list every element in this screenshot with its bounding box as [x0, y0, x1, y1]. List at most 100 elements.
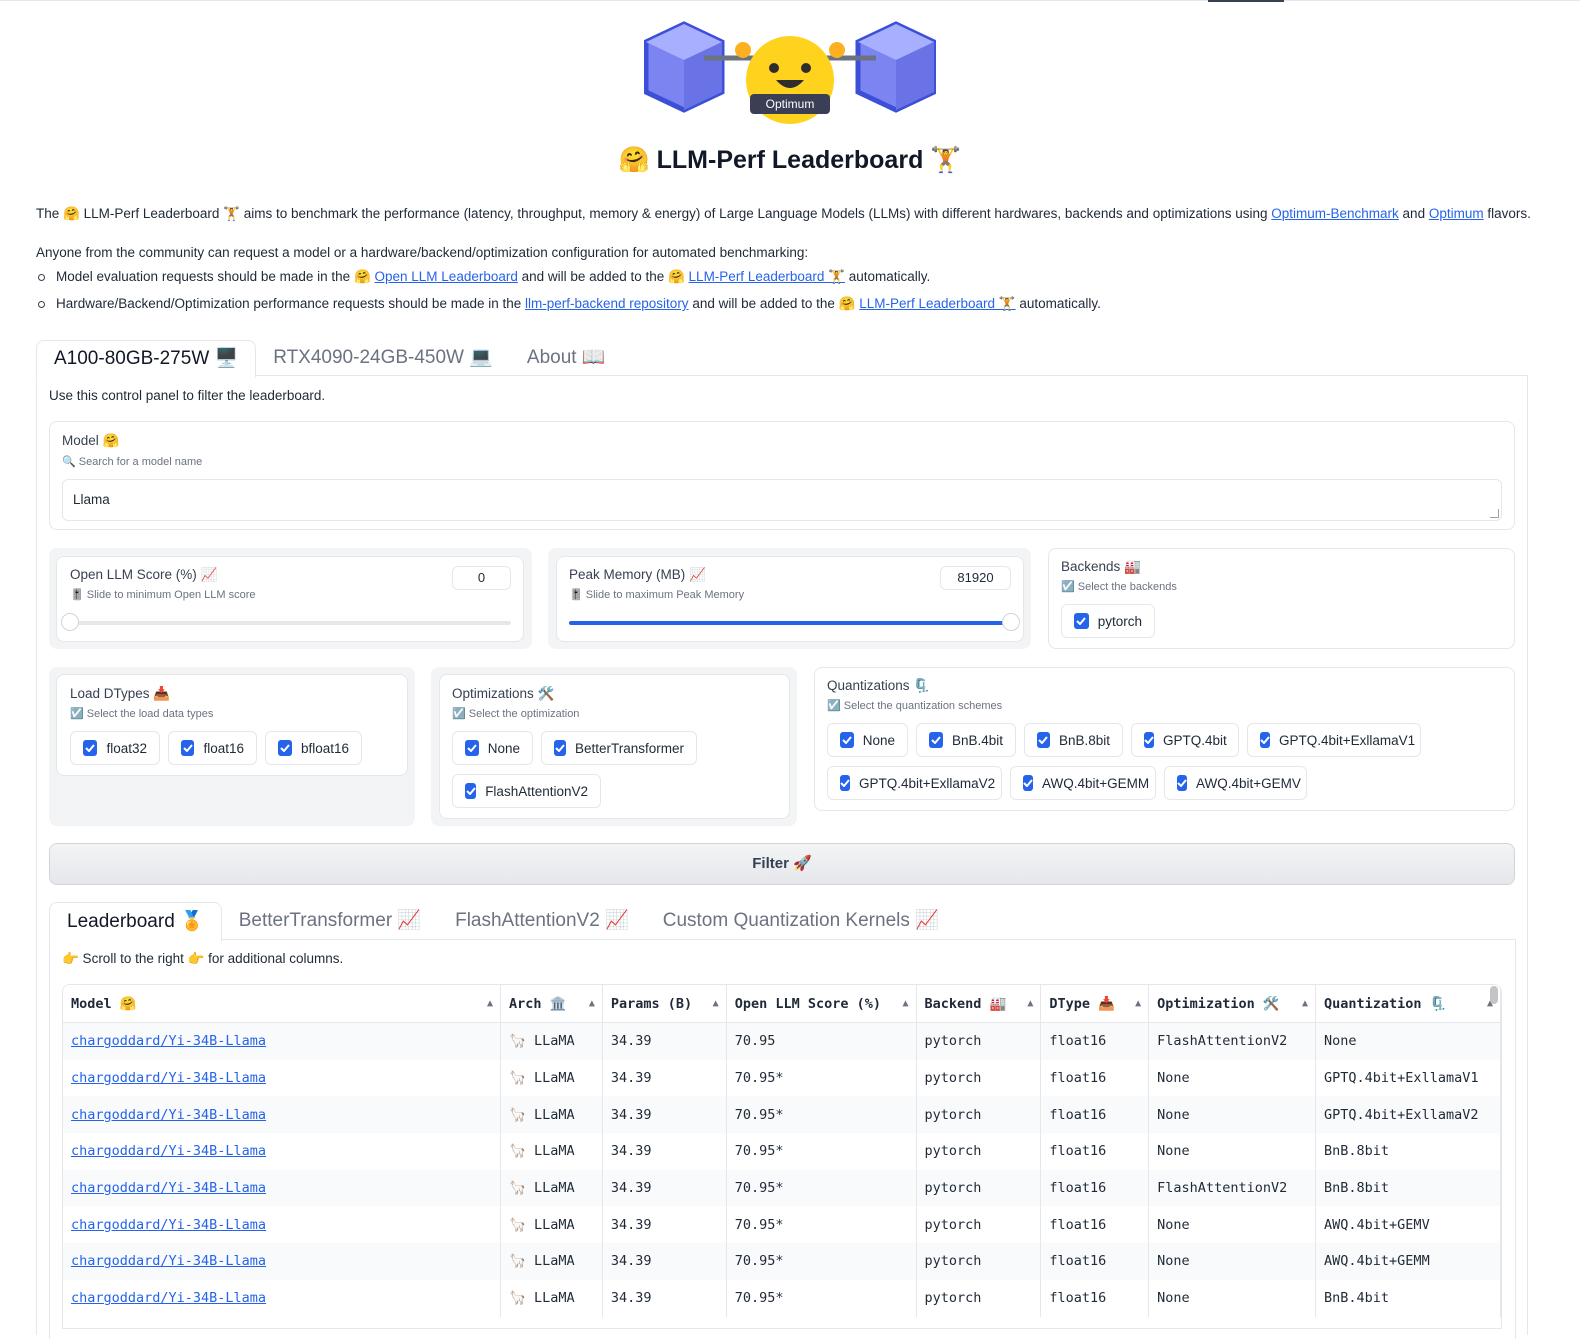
model-link[interactable]: chargoddard/Yi-34B-Llama — [71, 1143, 266, 1159]
cell-score: 70.95* — [726, 1096, 917, 1134]
model-link[interactable]: chargoddard/Yi-34B-Llama — [71, 1107, 266, 1123]
score-number-input[interactable]: 0 — [452, 566, 511, 590]
open-llm-leaderboard-link[interactable]: Open LLM Leaderboard — [375, 269, 518, 284]
column-header-open-llm-score[interactable]: Open LLM Score (%) ▲ — [726, 985, 917, 1023]
optimum-logo: Optimum — [643, 16, 937, 128]
checkbox-optimization-bettertransformer[interactable]: BetterTransformer — [541, 731, 697, 765]
score-slider-track[interactable] — [61, 613, 511, 631]
column-header-label: Open LLM Score (%) — [734, 995, 882, 1012]
checkbox-quantization-awq4bit-gemv[interactable]: AWQ.4bit+GEMV — [1164, 766, 1307, 800]
model-link[interactable]: chargoddard/Yi-34B-Llama — [71, 1290, 266, 1306]
checkbox-quantization-bnb4bit[interactable]: BnB.4bit — [916, 723, 1016, 757]
tab-leaderboard[interactable]: Leaderboard 🏅 — [49, 902, 222, 942]
dtypes-info: ☑️ Select the load data types — [70, 708, 214, 720]
column-header-optimization[interactable]: Optimization 🛠️ ▲ — [1148, 985, 1317, 1023]
llm-perf-leaderboard-link[interactable]: LLM-Perf Leaderboard 🏋️ — [859, 296, 1015, 311]
checkbox-dtype-float16[interactable]: float16 — [168, 731, 257, 765]
tab-a100[interactable]: A100-80GB-275W 🖥️ — [36, 340, 257, 378]
sort-icon[interactable]: ▲ — [713, 998, 719, 1009]
cell-params: 34.39 — [602, 1243, 727, 1280]
column-header-params[interactable]: Params (B) ▲ — [602, 985, 727, 1023]
checkbox-quantization-gptq4bit-exllamav1[interactable]: GPTQ.4bit+ExllamaV1 — [1247, 723, 1421, 757]
cell-dtype: float16 — [1040, 1169, 1150, 1207]
leaderboard-table-container[interactable]: Model 🤗 ▲ Arch 🏛️ ▲ Params (B) ▲ Open LLM S… — [62, 984, 1502, 1329]
checkbox-checked-icon — [83, 740, 98, 756]
logo-badge-text: Optimum — [766, 97, 815, 111]
checkbox-label: None — [487, 740, 520, 756]
sort-icon[interactable]: ▲ — [1027, 998, 1033, 1009]
optimum-link[interactable]: Optimum — [1429, 206, 1484, 221]
sort-icon[interactable]: ▲ — [487, 998, 493, 1009]
cell-arch: 🦙 LLaMA — [500, 1243, 603, 1280]
cell-arch: 🦙 LLaMA — [500, 1206, 603, 1244]
cell-score: 70.95* — [726, 1279, 917, 1317]
model-link[interactable]: chargoddard/Yi-34B-Llama — [71, 1253, 266, 1269]
table-row: chargoddard/Yi-34B-Llama 🦙 LLaMA 34.39 70.9… — [63, 1059, 1501, 1097]
sort-icon[interactable]: ▲ — [1135, 998, 1141, 1009]
model-link[interactable]: chargoddard/Yi-34B-Llama — [71, 1217, 266, 1233]
memory-slider-label: Peak Memory (MB) 📈 — [569, 567, 706, 582]
cell-optimization: None — [1148, 1206, 1317, 1244]
optimum-benchmark-link[interactable]: Optimum-Benchmark — [1271, 206, 1399, 221]
checkbox-optimization-none[interactable]: None — [452, 731, 533, 765]
llm-perf-leaderboard-link[interactable]: LLM-Perf Leaderboard 🏋️ — [689, 269, 845, 284]
tab-flashattentionv2[interactable]: FlashAttentionV2 📈 — [438, 902, 646, 940]
memory-slider-track[interactable] — [569, 613, 1020, 631]
table-scrollbar[interactable] — [1490, 986, 1498, 1004]
checkbox-label: GPTQ.4bit — [1163, 732, 1227, 748]
checkbox-label: GPTQ.4bit+ExllamaV1 — [1279, 732, 1416, 748]
sort-icon[interactable]: ▲ — [589, 998, 595, 1009]
model-filter-info: 🔍 Search for a model name — [62, 456, 203, 468]
column-header-dtype[interactable]: DType 📥 ▲ — [1040, 985, 1150, 1023]
cell-params: 34.39 — [602, 1133, 727, 1170]
cell-optimization: FlashAttentionV2 — [1148, 1022, 1317, 1060]
cell-optimization: None — [1148, 1279, 1317, 1317]
model-search-input[interactable]: Llama — [62, 479, 1502, 521]
tab-rtx4090[interactable]: RTX4090-24GB-450W 💻 — [256, 340, 510, 376]
tab-custom-quantization-kernels[interactable]: Custom Quantization Kernels 📈 — [646, 902, 956, 940]
column-header-arch[interactable]: Arch 🏛️ ▲ — [500, 985, 603, 1023]
cell-optimization: FlashAttentionV2 — [1148, 1169, 1317, 1207]
model-link[interactable]: chargoddard/Yi-34B-Llama — [71, 1070, 266, 1086]
checkbox-label: FlashAttentionV2 — [485, 783, 588, 799]
memory-slider-thumb[interactable] — [1002, 613, 1020, 631]
cell-quantization: BnB.4bit — [1315, 1279, 1501, 1317]
resize-handle-icon[interactable] — [1490, 509, 1499, 518]
checkbox-quantization-awq4bit-gemm[interactable]: AWQ.4bit+GEMM — [1010, 766, 1156, 800]
model-link[interactable]: chargoddard/Yi-34B-Llama — [71, 1180, 266, 1196]
column-header-model[interactable]: Model 🤗 ▲ — [63, 985, 502, 1023]
checkbox-label: pytorch — [1097, 613, 1142, 629]
column-header-quantization[interactable]: Quantization 🗜️ ▲ — [1315, 985, 1501, 1023]
cell-dtype: float16 — [1040, 1206, 1150, 1244]
request-bullets: Model evaluation requests should be made… — [36, 268, 1101, 322]
checkbox-dtype-float32[interactable]: float32 — [70, 731, 160, 765]
checkbox-backend-pytorch[interactable]: pytorch — [1061, 604, 1155, 638]
column-header-label: Params (B) — [610, 995, 693, 1012]
llm-perf-backend-link[interactable]: llm-perf-backend repository — [525, 296, 689, 311]
cell-model: chargoddard/Yi-34B-Llama — [63, 1279, 502, 1317]
checkbox-quantization-bnb8bit[interactable]: BnB.8bit — [1024, 723, 1123, 757]
column-header-backend[interactable]: Backend 🏭 ▲ — [916, 985, 1042, 1023]
filter-button[interactable]: Filter 🚀 — [49, 843, 1515, 885]
score-slider-thumb[interactable] — [61, 613, 79, 631]
tab-bettertransformer[interactable]: BetterTransformer 📈 — [222, 902, 438, 940]
memory-number-input[interactable]: 81920 — [940, 566, 1011, 590]
sort-icon[interactable]: ▲ — [902, 998, 908, 1009]
checkbox-quantization-gptq4bit-exllamav2[interactable]: GPTQ.4bit+ExllamaV2 — [827, 766, 1002, 800]
checkbox-checked-icon — [554, 740, 566, 756]
sort-icon[interactable]: ▲ — [1302, 998, 1308, 1009]
checkbox-quantization-gptq4bit[interactable]: GPTQ.4bit — [1131, 723, 1239, 757]
checkbox-checked-icon — [840, 732, 854, 748]
list-item: Model evaluation requests should be made… — [36, 268, 1101, 295]
checkbox-checked-icon — [465, 783, 477, 799]
cell-backend: pytorch — [916, 1059, 1042, 1097]
model-link[interactable]: chargoddard/Yi-34B-Llama — [71, 1033, 266, 1049]
cell-quantization: None — [1315, 1022, 1501, 1060]
quantizations-info: ☑️ Select the quantization schemes — [827, 700, 1003, 712]
checkbox-checked-icon — [1260, 732, 1270, 748]
checkbox-optimization-flashattentionv2[interactable]: FlashAttentionV2 — [452, 774, 601, 808]
checkbox-checked-icon — [1023, 775, 1033, 791]
tab-about[interactable]: About 📖 — [510, 340, 623, 376]
checkbox-dtype-bfloat16[interactable]: bfloat16 — [265, 731, 362, 765]
checkbox-quantization-none[interactable]: None — [827, 723, 908, 757]
